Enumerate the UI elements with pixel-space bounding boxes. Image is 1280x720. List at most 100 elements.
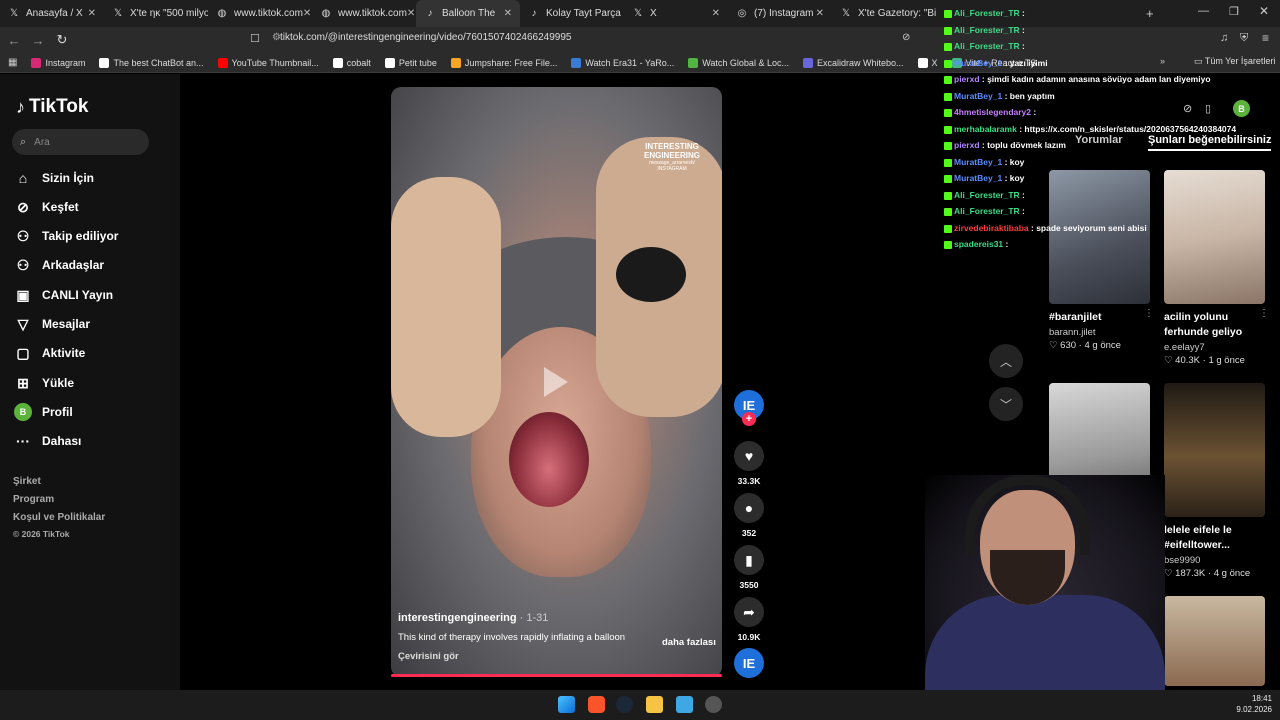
- browser-tab[interactable]: ◍ www.tiktok.com ✕: [312, 0, 416, 27]
- video-author[interactable]: interestingengineering · 1-31: [398, 612, 718, 624]
- close-tab-icon[interactable]: ✕: [816, 8, 824, 19]
- sidebar-item-compass[interactable]: ⊘ Keşfet: [14, 198, 79, 216]
- search-input[interactable]: ⌕ Ara: [12, 129, 149, 155]
- chat-text: : yazı iyimi: [1004, 58, 1048, 68]
- scroll-up-button[interactable]: ︿: [989, 344, 1023, 378]
- footer-link[interactable]: Program: [13, 494, 54, 505]
- tiktok-note-icon: ♪: [16, 96, 25, 117]
- bookmark-item[interactable]: cobalt: [332, 57, 371, 68]
- close-tab-icon[interactable]: ✕: [407, 8, 415, 19]
- chat-text: :: [1022, 41, 1025, 51]
- bookmark-icon[interactable]: ▮: [734, 545, 764, 575]
- heart-outline-icon: ♡: [1049, 340, 1061, 351]
- bookmark-favicon-icon: [99, 57, 110, 68]
- close-tab-icon[interactable]: ✕: [504, 8, 512, 19]
- browser-tab[interactable]: ◍ www.tiktok.com ✕: [208, 0, 312, 27]
- footer-link[interactable]: Şirket: [13, 476, 41, 487]
- url-input[interactable]: tiktok.com/@interestingengineering/video…: [280, 32, 571, 43]
- comment-icon[interactable]: ●: [734, 493, 764, 523]
- back-icon[interactable]: ←: [4, 33, 24, 48]
- close-tab-icon[interactable]: ✕: [88, 8, 96, 19]
- share-action[interactable]: ➦ 10.9K: [734, 597, 764, 642]
- follow-plus-icon[interactable]: +: [742, 412, 756, 426]
- bookmark-label: Excalidraw Whitebo...: [816, 57, 904, 68]
- sidebar-item-profile[interactable]: B Profil: [14, 403, 73, 421]
- footer-link[interactable]: Koşul ve Politikalar: [13, 512, 105, 523]
- webcam-body: [925, 595, 1165, 690]
- sidebar-item-label: Yükle: [42, 376, 75, 390]
- apps-icon[interactable]: ▦: [8, 57, 17, 68]
- forward-icon[interactable]: →: [28, 33, 48, 48]
- bookmark-item[interactable]: Watch Global & Loc...: [688, 57, 789, 68]
- sidebar-item-following[interactable]: ⚇ Takip ediliyor: [14, 227, 119, 245]
- author-avatar-button[interactable]: IE +: [734, 390, 764, 426]
- bookmark-favicon-icon: [802, 57, 813, 68]
- browser-tab[interactable]: ◎ (7) Instagram ✕: [728, 0, 832, 27]
- bookmark-star-icon[interactable]: ☐: [250, 32, 260, 45]
- like-action[interactable]: ♥ 33.3K: [734, 441, 764, 486]
- sidebar-item-live[interactable]: ▣ CANLI Yayın: [14, 286, 113, 304]
- sidebar-item-home[interactable]: ⌂ Sizin İçin: [14, 169, 94, 187]
- file-explorer-icon[interactable]: [646, 696, 663, 713]
- video-progress-bar[interactable]: [391, 674, 722, 677]
- sidebar-item-label: Takip ediliyor: [42, 229, 119, 243]
- browser-tab[interactable]: 𝕏 X ✕: [624, 0, 728, 27]
- bookmark-item[interactable]: Watch Era31 - YaRo...: [571, 57, 674, 68]
- browser-tab[interactable]: ♪Kolay Tayt Parça Dik✕: [520, 0, 625, 27]
- close-tab-icon[interactable]: ✕: [712, 8, 720, 19]
- kick-badge-icon: [944, 92, 952, 101]
- chat-message: MuratBey_1 : koy: [944, 173, 1024, 183]
- comment-action[interactable]: ● 352: [734, 493, 764, 538]
- sidebar-item-upload[interactable]: ⊞ Yükle: [14, 374, 74, 392]
- bookmark-item[interactable]: Excalidraw Whitebo...: [802, 57, 904, 68]
- close-tab-icon[interactable]: ✕: [303, 8, 311, 19]
- sound-avatar[interactable]: IE: [734, 648, 764, 678]
- translate-button[interactable]: Çevirisini gör: [398, 651, 718, 662]
- sidebar-item-more[interactable]: ··· Dahası: [14, 432, 81, 450]
- bookmark-label: Jumpshare: Free File...: [464, 57, 558, 68]
- share-icon[interactable]: ➦: [734, 597, 764, 627]
- play-icon[interactable]: [544, 367, 568, 397]
- settings-app-icon[interactable]: [705, 696, 722, 713]
- bookmark-item[interactable]: X: [917, 57, 938, 68]
- chevron-down-icon: ﹀: [999, 397, 1012, 412]
- more-options-icon[interactable]: ⋮: [1144, 308, 1154, 319]
- scroll-down-button[interactable]: ﹀: [989, 387, 1023, 421]
- home-icon: ⌂: [18, 170, 28, 186]
- chat-message: Ali_Forester_TR :: [944, 8, 1025, 18]
- start-icon[interactable]: [558, 696, 575, 713]
- heart-outline-icon: ♡: [1164, 355, 1176, 366]
- browser-tab[interactable]: 𝕏 Anasayfa / X ✕: [0, 0, 104, 27]
- video-player[interactable]: INTERESTING ENGINEERING message_arrarnes…: [391, 87, 722, 677]
- suggested-video-card[interactable]: lelele eifele le #eifelltower... bse9990…: [1164, 383, 1265, 579]
- bookmark-item[interactable]: YouTube Thumbnail...: [217, 57, 319, 68]
- sidebar-item-label: Sizin İçin: [42, 171, 95, 185]
- suggested-video-card[interactable]: [1164, 596, 1265, 686]
- sidebar-item-activity[interactable]: ▢ Aktivite: [14, 344, 85, 362]
- monitor-app-icon[interactable]: [676, 696, 693, 713]
- tab-label: Anasayfa / X: [26, 8, 83, 19]
- steam-icon[interactable]: [616, 696, 633, 713]
- sidebar-item-friends[interactable]: ⚇ Arkadaşlar: [14, 256, 104, 274]
- bookmark-item[interactable]: Jumpshare: Free File...: [450, 57, 558, 68]
- chat-username: Ali_Forester_TR: [954, 8, 1020, 18]
- browser-tab[interactable]: ♪ Balloon The ✕: [416, 0, 520, 27]
- video-watermark: INTERESTING ENGINEERING message_arrarnes…: [643, 142, 700, 172]
- browser-tab[interactable]: 𝕏X'te ηκ "500 milyon✕: [104, 0, 208, 27]
- tiktok-logo[interactable]: ♪ TikTok: [16, 96, 88, 118]
- bookmark-item[interactable]: The best ChatBot an...: [99, 57, 204, 68]
- save-action[interactable]: ▮ 3550: [734, 545, 764, 590]
- sidebar-item-messages[interactable]: ▽ Mesajlar: [14, 315, 90, 333]
- more-options-icon[interactable]: ⋮: [1259, 308, 1269, 319]
- more-caption-button[interactable]: daha fazlası: [662, 637, 716, 648]
- more-icon: ···: [16, 433, 30, 449]
- heart-icon[interactable]: ♥: [734, 441, 764, 471]
- extension-icon[interactable]: ⊘: [902, 32, 910, 43]
- bookmark-item[interactable]: Petit tube: [384, 57, 437, 68]
- brave-browser-icon[interactable]: [588, 696, 605, 713]
- reload-icon[interactable]: ↻: [52, 32, 72, 48]
- browser-tab[interactable]: 𝕏X'te Gazetory: "Bir I✕: [832, 0, 936, 27]
- bookmark-favicon-icon: [917, 57, 928, 68]
- kick-badge-icon: [944, 26, 952, 35]
- bookmark-item[interactable]: Instagram: [31, 57, 85, 68]
